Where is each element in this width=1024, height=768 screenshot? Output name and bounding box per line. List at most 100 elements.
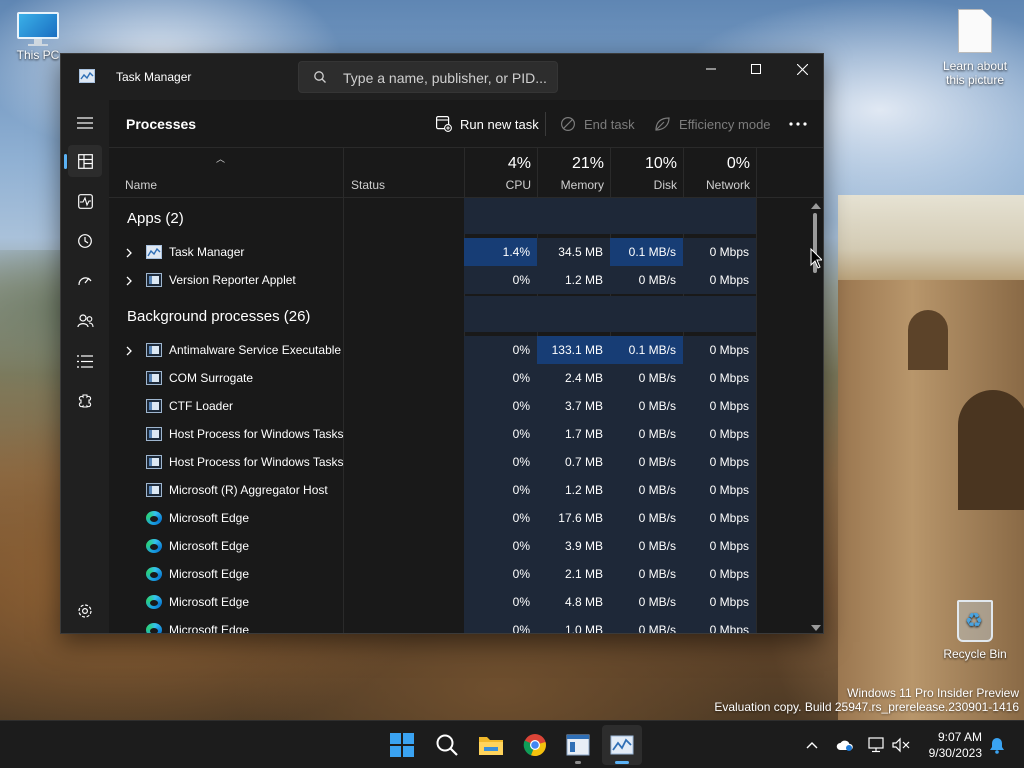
processes-icon: [77, 153, 93, 169]
process-row[interactable]: 0% 1.2 MB 0 MB/s 0 Mbps Microsoft (R) Aggreg…: [109, 476, 809, 504]
network-cell: 0 Mbps: [683, 266, 756, 294]
nav-settings[interactable]: [68, 595, 102, 627]
desktop-icon-recycle-bin[interactable]: ♻ Recycle Bin: [937, 600, 1013, 661]
efficiency-mode-button[interactable]: Efficiency mode: [654, 112, 771, 136]
process-row[interactable]: 0% 1.7 MB 0 MB/s 0 Mbps Host Process for Win…: [109, 420, 809, 448]
title-bar[interactable]: Task Manager: [61, 54, 823, 100]
process-row[interactable]: 0% 3.7 MB 0 MB/s 0 Mbps CTF Loader: [109, 392, 809, 420]
group-header-cell: [537, 198, 610, 234]
cpu-cell: 0%: [464, 532, 537, 560]
process-row[interactable]: 0% 0.7 MB 0 MB/s 0 Mbps Host Process for Win…: [109, 448, 809, 476]
maximize-button[interactable]: [733, 54, 779, 84]
process-row[interactable]: 0% 2.1 MB 0 MB/s 0 Mbps Microsoft Edge: [109, 560, 809, 588]
taskbar-start-button[interactable]: [382, 725, 422, 765]
column-memory-label: Memory: [560, 178, 604, 192]
recycle-bin-icon: ♻: [957, 600, 993, 642]
end-task-button[interactable]: End task: [560, 112, 635, 136]
startup-icon: [78, 277, 92, 286]
nav-performance[interactable]: [68, 185, 102, 217]
cpu-total-percent: 4%: [507, 155, 531, 172]
tray-volume[interactable]: [890, 721, 912, 768]
column-header-network[interactable]: 0% Network: [683, 148, 756, 198]
cpu-cell: 0%: [464, 420, 537, 448]
edge-icon: [146, 511, 162, 525]
nav-users[interactable]: [68, 305, 102, 337]
scroll-up-icon: [811, 203, 821, 209]
search-input[interactable]: [343, 68, 548, 88]
minimize-icon: [706, 68, 716, 70]
nav-processes[interactable]: [64, 145, 102, 177]
process-row[interactable]: 0% 4.8 MB 0 MB/s 0 Mbps Microsoft Edge: [109, 588, 809, 616]
app-window-icon: [146, 273, 162, 287]
taskbar-search-button[interactable]: [427, 725, 467, 765]
hamburger-icon: [77, 117, 93, 129]
navigation-rail: [61, 100, 109, 633]
taskbar-version-reporter[interactable]: [558, 725, 598, 765]
cpu-cell: 0%: [464, 364, 537, 392]
column-header-cpu[interactable]: 4% CPU: [464, 148, 537, 198]
minimize-button[interactable]: [688, 54, 734, 84]
group-header-cell: [537, 296, 610, 332]
windows-start-icon: [390, 733, 414, 757]
column-header-disk[interactable]: 10% Disk: [610, 148, 683, 198]
nav-menu-button[interactable]: [68, 107, 102, 139]
nav-details[interactable]: [68, 345, 102, 377]
taskbar-chrome[interactable]: [515, 725, 555, 765]
run-new-task-button[interactable]: Run new task: [436, 112, 539, 136]
disk-cell: 0 MB/s: [610, 420, 683, 448]
process-row[interactable]: 1.4% 34.5 MB 0.1 MB/s 0 Mbps Task Manager: [109, 238, 809, 266]
chevron-up-icon: [806, 742, 818, 749]
search-icon: [436, 734, 458, 756]
tray-overflow-button[interactable]: [800, 721, 824, 768]
process-row[interactable]: 0% 17.6 MB 0 MB/s 0 Mbps Microsoft Edge: [109, 504, 809, 532]
cpu-cell: 0%: [464, 504, 537, 532]
network-cell: 0 Mbps: [683, 392, 756, 420]
maximize-icon: [751, 64, 761, 74]
column-headers: ︿ Name Status 4% CPU 21% Memory 10% Disk…: [109, 148, 823, 198]
taskbar-clock[interactable]: 9:07 AM 9/30/2023: [929, 729, 982, 761]
nav-app-history[interactable]: [68, 225, 102, 257]
memory-cell: 4.8 MB: [537, 588, 610, 616]
more-options-button[interactable]: [789, 112, 815, 136]
process-row[interactable]: 0% 1.2 MB 0 MB/s 0 Mbps Version Reporter App…: [109, 266, 809, 294]
taskbar-file-explorer[interactable]: [471, 725, 511, 765]
edge-icon: [146, 567, 162, 581]
disk-cell: 0 MB/s: [610, 476, 683, 504]
nav-startup-apps[interactable]: [68, 265, 102, 297]
nav-services[interactable]: [68, 385, 102, 417]
desktop-icon-label: Learn about this picture: [942, 59, 1008, 87]
processes-page: Processes Run new task End task Efficien…: [109, 100, 823, 633]
column-header-name[interactable]: ︿ Name: [109, 148, 343, 198]
desktop-icon-label: Recycle Bin: [943, 647, 1007, 661]
process-row[interactable]: 0% 133.1 MB 0.1 MB/s 0 Mbps Antimalware Serv…: [109, 336, 809, 364]
tray-onedrive[interactable]: [834, 721, 856, 768]
taskbar-task-manager[interactable]: [602, 725, 642, 765]
edge-icon: [146, 595, 162, 609]
chevron-right-icon[interactable]: [125, 345, 135, 356]
network-cell: 0 Mbps: [683, 476, 756, 504]
column-header-memory[interactable]: 21% Memory: [537, 148, 610, 198]
window-title: Task Manager: [116, 70, 192, 84]
memory-cell: 3.7 MB: [537, 392, 610, 420]
tray-notifications[interactable]: [985, 721, 1009, 768]
close-button[interactable]: [779, 54, 823, 84]
process-row[interactable]: 0% 3.9 MB 0 MB/s 0 Mbps Microsoft Edge: [109, 532, 809, 560]
wallpaper-arch: [908, 310, 948, 370]
column-header-status[interactable]: Status: [343, 148, 464, 198]
history-icon: [78, 234, 92, 248]
search-box[interactable]: [298, 61, 558, 93]
chevron-right-icon[interactable]: [125, 247, 135, 258]
command-bar: Processes Run new task End task Efficien…: [109, 100, 823, 148]
app-window-icon: [146, 343, 162, 357]
desktop-icon-learn-about-picture[interactable]: Learn about this picture: [937, 9, 1013, 87]
end-task-icon: [560, 116, 576, 132]
column-cpu-label: CPU: [505, 178, 531, 192]
process-list: Apps (2) 1.4% 34.5 MB 0.1 MB/s 0 Mbps Task Ma…: [109, 198, 809, 633]
process-row[interactable]: 0% 2.4 MB 0 MB/s 0 Mbps COM Surrogate: [109, 364, 809, 392]
process-row[interactable]: 0% 1.0 MB 0 MB/s 0 Mbps Microsoft Edge: [109, 616, 809, 633]
bell-icon: [990, 737, 1004, 754]
more-icon: [789, 122, 807, 126]
monitor-icon: [17, 12, 59, 46]
chevron-right-icon[interactable]: [125, 275, 135, 286]
tray-network[interactable]: [866, 721, 888, 768]
